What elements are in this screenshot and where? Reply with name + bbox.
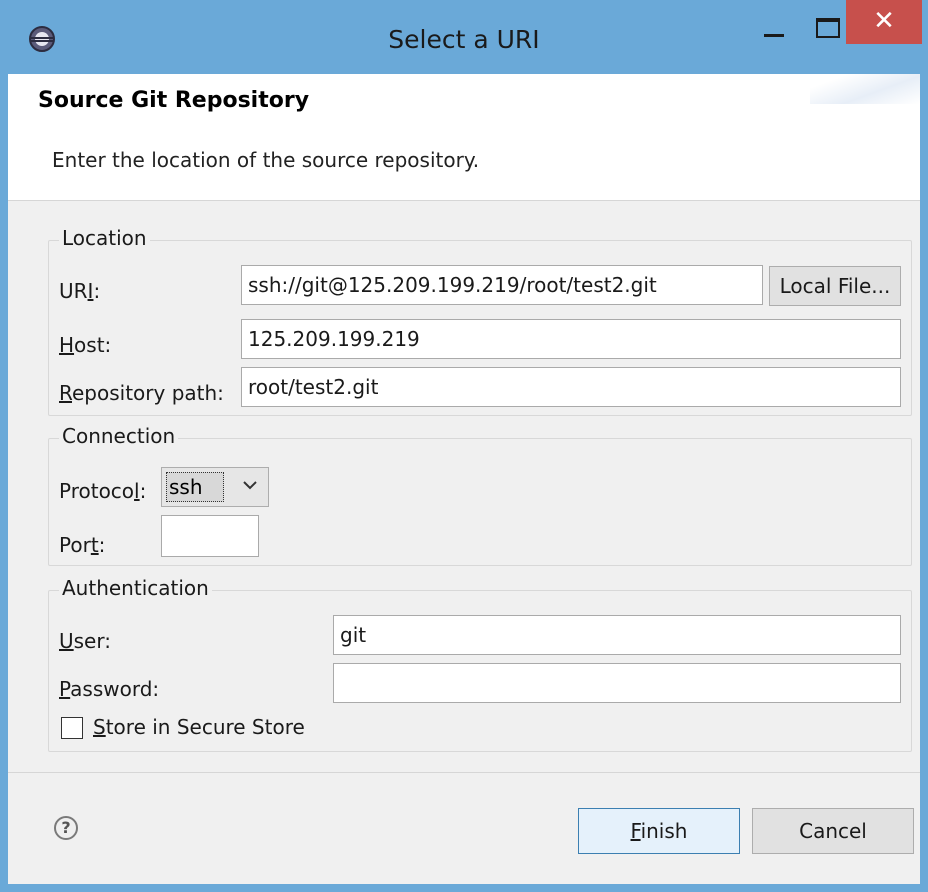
user-label: User: <box>59 629 111 653</box>
page-description: Enter the location of the source reposit… <box>52 148 480 172</box>
maximize-icon <box>816 18 840 38</box>
maximize-button[interactable] <box>800 0 846 46</box>
store-secure-label[interactable]: Store in Secure Store <box>93 715 305 739</box>
location-group: Location URI: ssh://git@125.209.199.219/… <box>48 226 912 416</box>
port-input[interactable] <box>161 515 259 557</box>
location-group-label: Location <box>59 226 150 250</box>
protocol-select[interactable]: ssh <box>161 467 269 507</box>
dialog-window: Select a URI ✕ Source Git Repository Ent… <box>0 0 928 892</box>
connection-group: Connection Protocol: ssh Port: <box>48 424 912 566</box>
uri-input[interactable]: ssh://git@125.209.199.219/root/test2.git <box>241 265 763 305</box>
host-input[interactable]: 125.209.199.219 <box>241 319 901 359</box>
repository-path-label: Repository path: <box>59 381 224 405</box>
repository-path-input[interactable]: root/test2.git <box>241 367 901 407</box>
local-file-button[interactable]: Local File... <box>769 266 901 306</box>
user-input[interactable]: git <box>333 615 901 655</box>
finish-button[interactable]: Finish <box>578 808 740 854</box>
store-secure-checkbox[interactable] <box>61 717 83 739</box>
protocol-selected-value: ssh <box>166 472 224 502</box>
page-title: Source Git Repository <box>38 88 310 113</box>
authentication-group-label: Authentication <box>59 576 212 600</box>
title-bar[interactable]: Select a URI ✕ <box>0 0 928 74</box>
host-label: Host: <box>59 333 112 357</box>
help-icon[interactable]: ? <box>54 816 78 840</box>
authentication-group: Authentication User: git Password: Store… <box>48 576 912 752</box>
banner-decoration <box>810 74 920 104</box>
minimize-icon <box>764 34 784 37</box>
port-label: Port: <box>59 533 106 557</box>
footer-separator <box>8 772 920 773</box>
protocol-label: Protocol: <box>59 479 147 503</box>
dialog-client-area: Source Git Repository Enter the location… <box>8 74 920 884</box>
password-input[interactable] <box>333 663 901 703</box>
connection-group-label: Connection <box>59 424 179 448</box>
header-banner: Source Git Repository Enter the location… <box>8 74 920 201</box>
password-label: Password: <box>59 677 160 701</box>
chevron-down-icon <box>243 481 257 490</box>
uri-label: URI: <box>59 279 101 303</box>
cancel-button[interactable]: Cancel <box>752 808 914 854</box>
minimize-button[interactable] <box>752 0 798 46</box>
close-button[interactable]: ✕ <box>846 0 922 44</box>
close-icon: ✕ <box>873 6 895 36</box>
